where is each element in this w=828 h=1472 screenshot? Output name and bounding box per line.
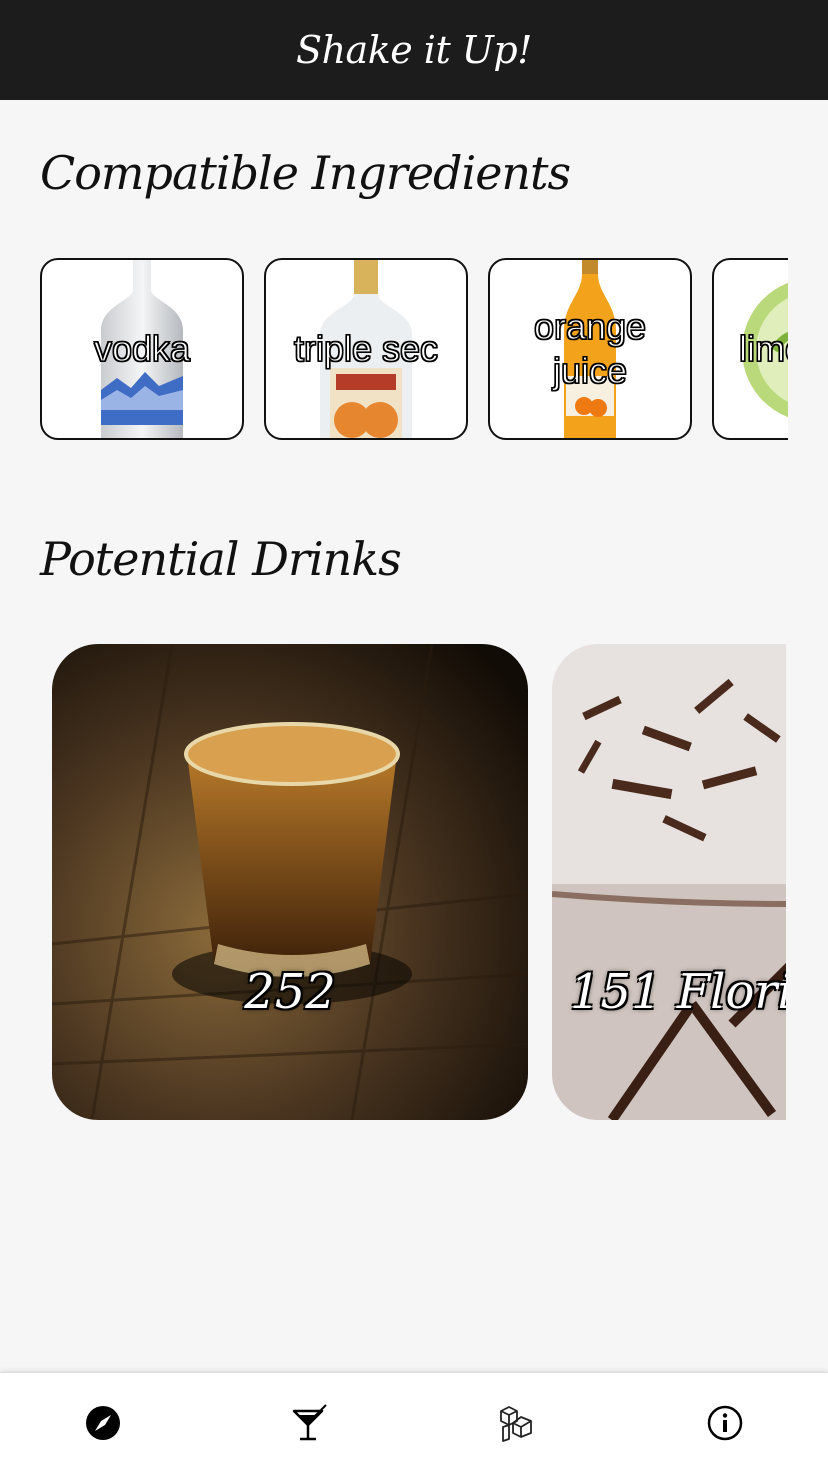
drink-name: 252 [244, 964, 336, 1020]
ingredient-label: orange juice [533, 305, 647, 391]
bushwacker-image [552, 644, 786, 1120]
ice-cubes-icon [500, 1406, 532, 1442]
ingredient-label: triple sec [293, 327, 439, 369]
app-title: Shake it Up! [296, 28, 532, 72]
ingredient-card-vodka[interactable]: vodka [40, 258, 244, 440]
drink-card-252[interactable]: 252 [52, 644, 528, 1120]
section-title-drinks: Potential Drinks [40, 532, 402, 586]
tab-drinks[interactable] [288, 1401, 332, 1445]
tab-ingredients[interactable] [495, 1401, 539, 1445]
ingredient-card-triple-sec[interactable]: triple sec [264, 258, 468, 440]
tab-explore[interactable] [81, 1401, 125, 1445]
shot-glass-image [52, 644, 528, 1120]
cocktail-icon [292, 1404, 327, 1441]
section-title-ingredients: Compatible Ingredients [40, 146, 571, 200]
ingredients-carousel[interactable]: vodka triple sec orange juice lim [40, 258, 788, 440]
ingredient-label: lime juice [738, 327, 788, 369]
drinks-carousel[interactable]: 252 151 Florida Bushwacker [52, 644, 786, 1120]
app-header: Shake it Up! [0, 0, 828, 100]
tab-info[interactable] [703, 1401, 747, 1445]
ingredient-label: vodka [93, 327, 191, 369]
drink-name: 151 Florida Bushwacker [570, 964, 786, 1020]
drink-card-151-florida-bushwacker[interactable]: 151 Florida Bushwacker [552, 644, 786, 1120]
info-icon [707, 1405, 743, 1441]
bottom-tab-bar [0, 1372, 828, 1472]
ingredient-card-orange-juice[interactable]: orange juice [488, 258, 692, 440]
compass-icon [86, 1406, 120, 1440]
ingredient-card-lime-juice[interactable]: lime juice [712, 258, 788, 440]
